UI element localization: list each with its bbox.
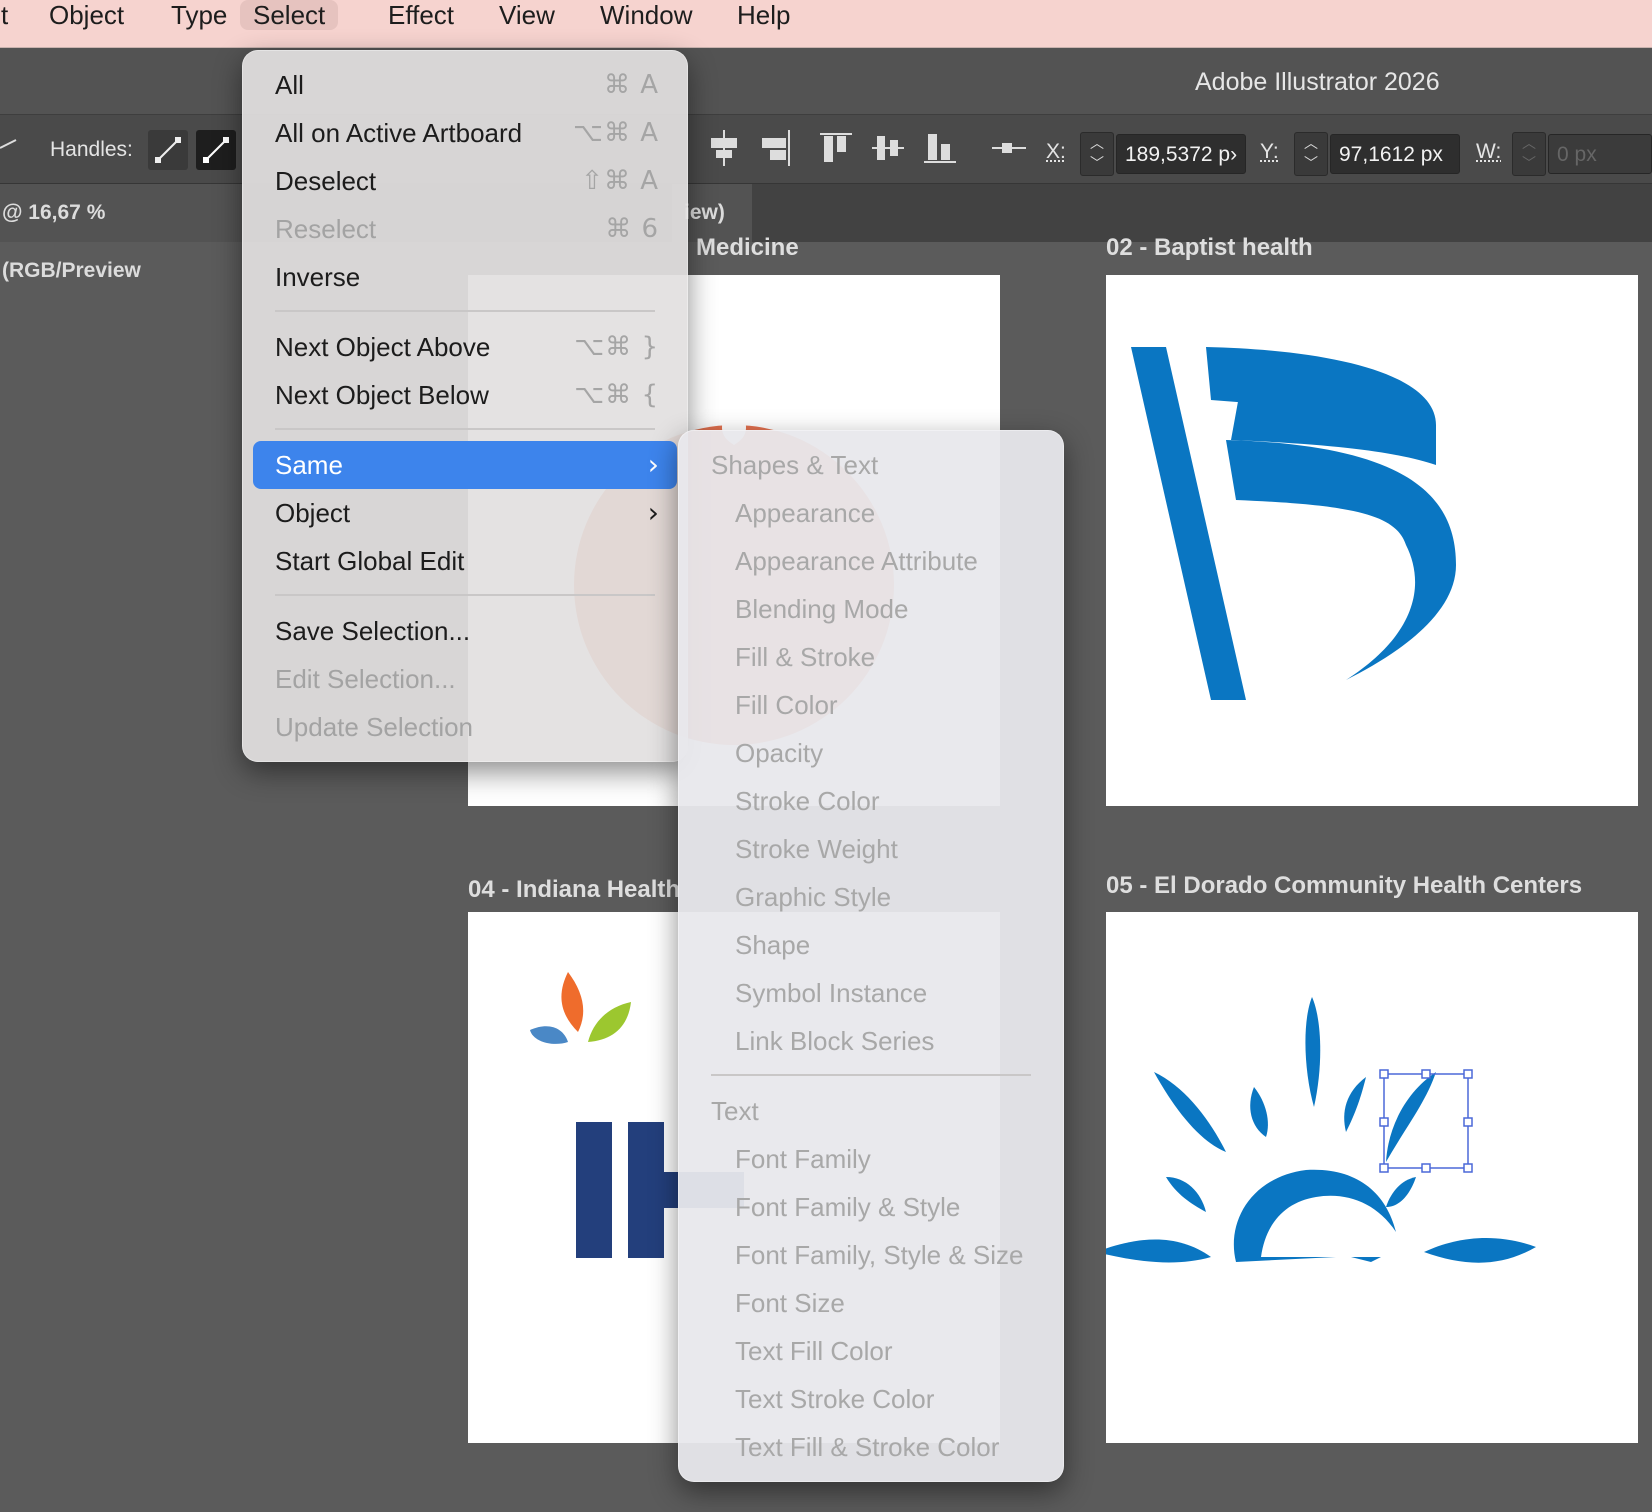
- w-stepper[interactable]: ︿ ﹀: [1512, 132, 1546, 176]
- w-label: W:: [1476, 140, 1502, 163]
- submenu-item[interactable]: Text Fill & Stroke Color: [735, 1425, 999, 1469]
- submenu-item[interactable]: Appearance Attribute: [735, 539, 978, 583]
- menu-bar-item-partial[interactable]: t: [0, 0, 21, 30]
- submenu-item[interactable]: Text Stroke Color: [735, 1377, 934, 1421]
- shortcut-reselect: ⌘ 6: [605, 214, 659, 244]
- artboard-label: 05 - El Dorado Community Health Centers: [1106, 872, 1583, 899]
- menu-bar-item-select[interactable]: Select: [240, 0, 339, 30]
- submenu-item[interactable]: Font Size: [735, 1281, 845, 1325]
- handle-corner-icon: [155, 137, 181, 163]
- chevron-up-icon: ︿: [1522, 135, 1536, 151]
- chevron-up-icon: ︿: [1304, 135, 1318, 151]
- w-field[interactable]: 0 px: [1548, 134, 1652, 174]
- shortcut-deselect: ⇧⌘ A: [581, 166, 659, 196]
- x-label: X:: [1046, 140, 1066, 163]
- shortcut-next-above: ⌥⌘ }: [574, 332, 659, 362]
- submenu-item[interactable]: Stroke Weight: [735, 827, 898, 871]
- menu-item-same[interactable]: Same: [275, 443, 343, 487]
- artboard-label: 04 - Indiana Health: [468, 876, 681, 903]
- chevron-down-icon: ﹀: [1090, 155, 1104, 171]
- y-label: Y:: [1260, 140, 1279, 163]
- transform-reference-icon[interactable]: [990, 128, 1026, 168]
- document-tab[interactable]: @ 16,67 % (RGB/Preview: [0, 184, 244, 282]
- el-dorado-logo: [1096, 997, 1536, 1263]
- menu-item-update-selection[interactable]: Update Selection: [275, 705, 473, 749]
- chevron-right-icon: ›: [647, 496, 659, 529]
- artboard-baptist-health[interactable]: [1106, 275, 1638, 806]
- menu-item-object[interactable]: Object: [275, 491, 350, 535]
- menu-separator: [275, 310, 655, 312]
- submenu-item[interactable]: Font Family & Style: [735, 1185, 960, 1229]
- align-top-icon[interactable]: [818, 128, 854, 168]
- menu-bar-item-help[interactable]: Help: [724, 0, 803, 30]
- shortcut-all-on-artboard: ⌥⌘ A: [572, 118, 659, 148]
- submenu-header-text: Text: [711, 1096, 759, 1126]
- submenu-item[interactable]: Fill & Stroke: [735, 635, 875, 679]
- align-right-icon[interactable]: [758, 128, 794, 168]
- anchor-tool-icon[interactable]: [0, 132, 20, 162]
- menu-bar-item-object[interactable]: Object: [36, 0, 137, 30]
- menu-item-all[interactable]: All: [275, 63, 304, 107]
- handles-label: Handles:: [50, 138, 133, 161]
- align-vertical-center-icon[interactable]: [706, 128, 742, 168]
- shortcut-next-below: ⌥⌘ {: [574, 380, 659, 410]
- y-stepper[interactable]: ︿ ﹀: [1294, 132, 1328, 176]
- artboard-el-dorado[interactable]: [1096, 912, 1638, 1443]
- chevron-down-icon: ﹀: [1522, 155, 1536, 171]
- chevron-right-icon: ›: [647, 448, 659, 481]
- y-field[interactable]: 97,1612 px: [1330, 134, 1460, 174]
- chevron-down-icon: ﹀: [1304, 155, 1318, 171]
- artboard-label: Medicine: [696, 234, 799, 261]
- menu-separator: [711, 1074, 1031, 1076]
- menu-item-deselect[interactable]: Deselect: [275, 159, 376, 203]
- submenu-header-shapes-text: Shapes & Text: [711, 450, 879, 480]
- submenu-item[interactable]: Text Fill Color: [735, 1329, 892, 1373]
- submenu-item[interactable]: Fill Color: [735, 683, 838, 727]
- menu-item-all-on-artboard[interactable]: All on Active Artboard: [275, 111, 522, 155]
- menu-item-reselect[interactable]: Reselect: [275, 207, 376, 251]
- menu-separator: [275, 428, 655, 430]
- submenu-item[interactable]: Appearance: [735, 491, 875, 535]
- artboard-label: 02 - Baptist health: [1106, 234, 1313, 261]
- submenu-item[interactable]: Font Family: [735, 1137, 871, 1181]
- app-title: Adobe Illustrator 2026: [1195, 68, 1440, 96]
- menu-bar-item-view[interactable]: View: [486, 0, 568, 30]
- x-stepper[interactable]: ︿ ﹀: [1080, 132, 1114, 176]
- same-submenu: Shapes & Text Appearance Appearance Attr…: [678, 430, 1064, 1482]
- baptist-health-logo: [1131, 347, 1456, 700]
- menu-item-start-global-edit[interactable]: Start Global Edit: [275, 539, 464, 583]
- submenu-item[interactable]: Stroke Color: [735, 779, 880, 823]
- handles-corner-button[interactable]: [148, 130, 188, 170]
- submenu-item[interactable]: Graphic Style: [735, 875, 891, 919]
- submenu-item[interactable]: Blending Mode: [735, 587, 908, 631]
- submenu-item[interactable]: Shape: [735, 923, 810, 967]
- x-field[interactable]: 189,5372 p›: [1116, 134, 1246, 174]
- menu-item-edit-selection[interactable]: Edit Selection...: [275, 657, 456, 701]
- handle-smooth-icon: [203, 137, 229, 163]
- menu-item-inverse[interactable]: Inverse: [275, 255, 360, 299]
- menu-item-save-selection[interactable]: Save Selection...: [275, 609, 470, 653]
- menu-item-next-object-above[interactable]: Next Object Above: [275, 325, 490, 369]
- align-middle-icon[interactable]: [870, 128, 906, 168]
- submenu-item[interactable]: Symbol Instance: [735, 971, 927, 1015]
- shortcut-all: ⌘ A: [603, 70, 659, 100]
- submenu-item[interactable]: Link Block Series: [735, 1019, 934, 1063]
- chevron-up-icon: ︿: [1090, 135, 1104, 151]
- handles-smooth-button[interactable]: [196, 130, 236, 170]
- menu-bar-item-window[interactable]: Window: [587, 0, 705, 30]
- menu-bar-item-type[interactable]: Type: [158, 0, 240, 30]
- align-bottom-icon[interactable]: [922, 128, 958, 168]
- menu-bar-item-effect[interactable]: Effect: [375, 0, 467, 30]
- menu-separator: [275, 594, 655, 596]
- menu-item-next-object-below[interactable]: Next Object Below: [275, 373, 489, 417]
- submenu-item[interactable]: Opacity: [735, 731, 823, 775]
- select-menu: All ⌘ A All on Active Artboard ⌥⌘ A Dese…: [242, 50, 688, 762]
- submenu-item[interactable]: Font Family, Style & Size: [735, 1233, 1024, 1277]
